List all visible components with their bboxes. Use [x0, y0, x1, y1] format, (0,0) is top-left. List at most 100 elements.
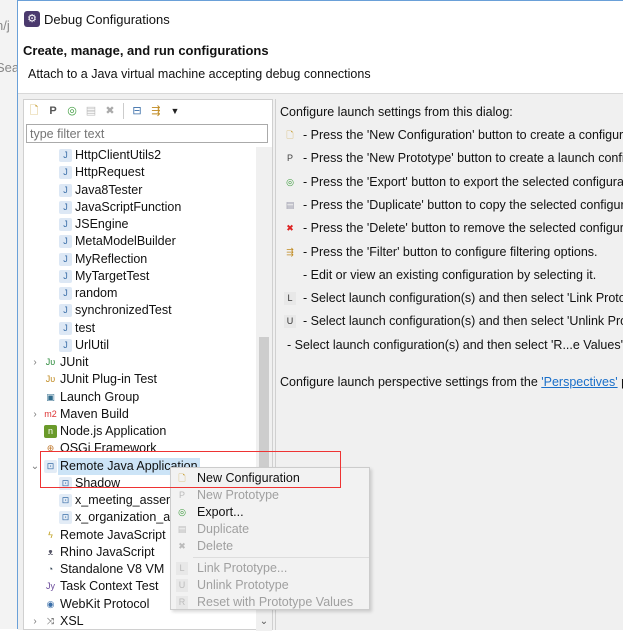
chevron-down-icon[interactable]: ⌄	[30, 458, 40, 475]
tree-item[interactable]: J HttpClientUtils2	[24, 147, 256, 164]
header-message: Attach to a Java virtual machine accepti…	[28, 67, 371, 81]
chevron-right-icon[interactable]: ›	[30, 613, 40, 630]
duplicate-icon: ▤	[177, 524, 187, 534]
context-menu: 🗋 New Configuration P New Prototype ◎ Export.…	[170, 467, 370, 610]
menu-item-label: Link Prototype...	[197, 561, 288, 575]
java-app-icon: J	[59, 166, 72, 180]
eclipse-debug-icon: ⚙	[24, 11, 40, 27]
maven-icon: m2	[44, 408, 57, 419]
instruction-line: - Select launch configuration(s) and the…	[303, 314, 623, 329]
tree-item-label: Remote JavaScript	[60, 527, 166, 542]
tree-item[interactable]: › ⤨ XSL	[24, 613, 256, 630]
java-app-icon: J	[59, 269, 72, 283]
nodejs-icon: n	[44, 425, 57, 438]
export-icon[interactable]: ◎	[64, 103, 80, 119]
tree-item[interactable]: J JavaScriptFunction	[24, 199, 256, 216]
tree-item[interactable]: J UrlUtil	[24, 337, 256, 354]
unlink-prototype-icon: U	[176, 579, 188, 592]
menu-separator	[193, 557, 369, 558]
xsl-icon: ⤨	[46, 615, 55, 626]
instruction-line: - Press the 'New Prototype' button to cr…	[303, 151, 623, 166]
instruction-line: - Press the 'Delete' button to remove th…	[303, 221, 623, 236]
delete-icon: ✖	[286, 223, 294, 234]
new-config-icon[interactable]: 🗋	[26, 103, 42, 119]
background-text: n/j	[0, 18, 10, 33]
java-app-icon: J	[59, 218, 72, 231]
menu-item-label: Duplicate	[197, 522, 250, 536]
menu-item-label: Unlink Prototype	[197, 578, 289, 592]
scrollbar-thumb[interactable]	[259, 337, 269, 467]
tree-item-label: MyReflection	[75, 251, 148, 266]
menu-item-reset-with-prototype-values[interactable]: R Reset with Prototype Values	[171, 594, 369, 611]
remote-js-icon: ϟ	[48, 529, 53, 540]
delete-icon[interactable]: ✖	[102, 103, 118, 119]
menu-item-duplicate[interactable]: ▤ Duplicate	[171, 521, 369, 538]
tree-item-label: MetaModelBuilder	[75, 234, 176, 249]
tree-item[interactable]: Jυ JUnit Plug-in Test	[24, 371, 256, 388]
instruction-line: - Select launch configuration(s) and the…	[287, 337, 623, 352]
tree-item[interactable]: › Jυ JUnit	[24, 354, 256, 371]
collapse-icon[interactable]: ⊟	[129, 103, 145, 119]
tree-item-label: HttpRequest	[75, 165, 145, 180]
tree-item[interactable]: n Node.js Application	[24, 423, 256, 440]
scroll-down-icon[interactable]: ⌄	[256, 616, 272, 627]
filter-input[interactable]	[26, 124, 268, 143]
tree-item[interactable]: J MyTargetTest	[24, 268, 256, 285]
duplicate-icon[interactable]: ▤	[83, 103, 99, 119]
instruction-line: - Edit or view an existing configuration…	[303, 267, 597, 282]
junit-plugin-icon: Jυ	[45, 374, 56, 385]
perspectives-text: Configure launch perspective settings fr…	[280, 375, 623, 389]
window-title: Debug Configurations	[44, 12, 170, 27]
intro-text: Configure launch settings from this dial…	[280, 105, 513, 119]
tree-item[interactable]: J MetaModelBuilder	[24, 233, 256, 250]
filter-icon[interactable]: ⇶	[148, 103, 164, 119]
java-app-icon: J	[59, 338, 72, 352]
unlink-prototype-icon: U	[284, 315, 296, 329]
tree-item-label: synchronizedTest	[75, 303, 172, 318]
tree-item-label: JavaScriptFunction	[75, 199, 182, 214]
tree-item-label: XSL	[60, 613, 84, 628]
tree-item-label: Task Context Test	[60, 579, 159, 594]
new-prototype-icon: P	[286, 153, 293, 164]
java-app-icon: J	[59, 321, 72, 335]
menu-item-link-prototype[interactable]: L Link Prototype...	[171, 560, 369, 577]
tree-item[interactable]: J HttpRequest	[24, 164, 256, 181]
filter-icon: ⇶	[286, 246, 294, 257]
tree-item-label: Maven Build	[60, 406, 129, 421]
tree-item[interactable]: Jrandom	[24, 285, 256, 302]
menu-item-export[interactable]: ◎ Export...	[171, 504, 369, 521]
new-prototype-icon[interactable]: P	[45, 103, 61, 119]
chevron-right-icon[interactable]: ›	[30, 354, 40, 371]
dropdown-icon[interactable]: ▼	[167, 103, 183, 119]
highlight-box	[40, 451, 341, 488]
menu-item-delete[interactable]: ✖ Delete	[171, 538, 369, 555]
tree-item[interactable]: › m2 Maven Build	[24, 406, 256, 423]
java-app-icon: J	[59, 149, 72, 162]
menu-item-new-prototype[interactable]: P New Prototype	[171, 487, 369, 504]
tree-item-label: JSEngine	[75, 217, 129, 231]
tree-item[interactable]: JsynchronizedTest	[24, 302, 256, 319]
perspectives-link[interactable]: 'Perspectives'	[541, 375, 617, 389]
title-bar: ⚙ Debug Configurations	[18, 1, 623, 37]
tree-item[interactable]: J MyReflection	[24, 251, 256, 268]
export-icon: ◎	[286, 176, 294, 187]
tree-item-label: MyTargetTest	[75, 268, 150, 283]
delete-icon: ✖	[178, 541, 186, 551]
tree-item-label: Java8Tester	[75, 182, 143, 197]
tree-item[interactable]: Jtest	[24, 320, 256, 337]
new-config-icon: 🗋	[286, 130, 294, 140]
perspectives-suffix: p	[618, 375, 623, 389]
java-app-icon: J	[59, 304, 72, 318]
toolbar-separator	[123, 103, 124, 119]
new-prototype-icon: P	[178, 490, 185, 500]
instruction-line: - Press the 'Duplicate' button to copy t…	[303, 197, 623, 212]
remote-java-icon: ⊡	[59, 494, 72, 507]
chevron-right-icon[interactable]: ›	[30, 406, 40, 423]
tree-item[interactable]: J Java8Tester	[24, 182, 256, 199]
tree-item[interactable]: J JSEngine	[24, 216, 256, 233]
java-app-icon: J	[59, 287, 72, 300]
menu-item-unlink-prototype[interactable]: U Unlink Prototype	[171, 577, 369, 594]
tree-item[interactable]: ▣ Launch Group	[24, 389, 256, 406]
duplicate-icon: ▤	[285, 199, 295, 210]
reset-prototype-icon: R	[176, 596, 188, 609]
